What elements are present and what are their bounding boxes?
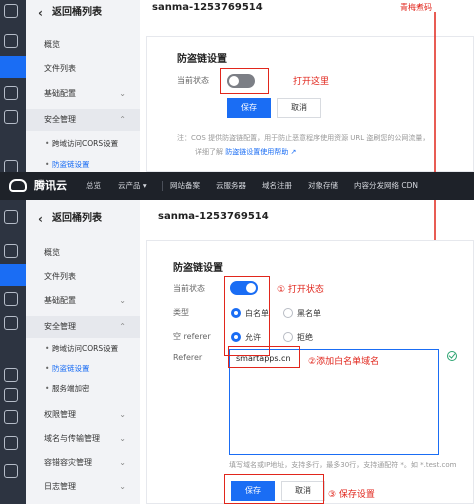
chevron-up-icon: ⌃: [119, 322, 126, 331]
radio-deny[interactable]: [283, 332, 293, 342]
share-icon[interactable]: [4, 388, 18, 402]
tencent-cloud-logo-icon: [9, 179, 27, 192]
calendar-icon[interactable]: [4, 292, 18, 306]
chevron-down-icon: ⌄: [119, 482, 126, 491]
global-topbar: 腾讯云 总览 云产品 ▾ 网站备案 云服务器 域名注册 对象存储 内容分发网络 …: [0, 172, 474, 200]
referer-label: Referer: [173, 353, 203, 362]
type-label: 类型: [173, 308, 189, 317]
radio-blacklist[interactable]: [283, 308, 293, 318]
back-to-bucket-list[interactable]: ‹ 返回桶列表: [26, 206, 140, 232]
storage-icon[interactable]: [0, 264, 26, 286]
referer-help-text: 填写域名或IP地址，支持多行，最多30行，支持通配符 *。如 *.test.co…: [229, 461, 457, 469]
icon-rail-bottom: [0, 200, 26, 504]
status-label: 当前状态: [173, 284, 205, 293]
chevron-down-icon: ⌄: [119, 410, 126, 419]
cube-icon[interactable]: [4, 210, 18, 224]
chevron-down-icon: ⌄: [119, 458, 126, 467]
nav-cvm[interactable]: 云服务器: [216, 172, 246, 200]
annotation-step-2: ②添加白名单域名: [308, 357, 380, 367]
external-link-icon: ↗: [290, 148, 297, 156]
menu-item-security[interactable]: 安全管理 ⌃: [26, 109, 140, 131]
grid-icon[interactable]: [4, 34, 18, 48]
help-link[interactable]: 防盗链设置使用帮助: [225, 148, 288, 156]
grid-icon[interactable]: [4, 244, 18, 258]
bucket-name: sanma-1253769514: [158, 211, 269, 222]
divider: [162, 181, 163, 191]
menu-item-hotlink-protection[interactable]: 防盗链设置: [26, 358, 140, 380]
menu-item-file-list[interactable]: 文件列表: [26, 58, 140, 80]
menu-item-cors[interactable]: 跨域访问CORS设置: [26, 133, 140, 155]
status-label: 当前状态: [177, 76, 209, 85]
annotation-open-here: 打开这里: [293, 77, 330, 87]
menu-item-basic-config[interactable]: 基础配置 ⌄: [26, 290, 140, 312]
monitor-icon[interactable]: [4, 368, 18, 382]
menu-item-encryption[interactable]: 服务端加密: [26, 378, 140, 400]
nav-cos[interactable]: 对象存储: [308, 172, 338, 200]
chart-icon[interactable]: [4, 316, 18, 330]
menu-item-disaster-recovery[interactable]: 容错容灾管理 ⌄: [26, 452, 140, 474]
annotation-box-referer: [228, 346, 300, 368]
tree-icon[interactable]: [4, 410, 18, 424]
nav-icp[interactable]: 网站备案: [170, 172, 200, 200]
annotation-step-3: ③ 保存设置: [328, 490, 375, 500]
brand-name: 腾讯云: [34, 179, 67, 192]
menu-item-overview[interactable]: 概览: [26, 34, 140, 56]
card-title: 防盗链设置: [173, 263, 223, 274]
menu-item-overview[interactable]: 概览: [26, 242, 140, 264]
card-title: 防盗链设置: [177, 54, 227, 65]
bucket-name: sanma-1253769514: [152, 2, 263, 13]
icon-rail-top: [0, 0, 26, 174]
save-button[interactable]: 保存: [227, 98, 271, 118]
menu-item-file-list[interactable]: 文件列表: [26, 266, 140, 288]
annotation-box-toggle-type: [224, 276, 270, 356]
layers-icon[interactable]: [4, 436, 18, 450]
chevron-down-icon: ⌄: [119, 434, 126, 443]
annotation-box-toggle: [220, 68, 269, 94]
nav-products[interactable]: 云产品 ▾: [118, 172, 147, 200]
nav-domain[interactable]: 域名注册: [262, 172, 292, 200]
chevron-down-icon: ⌄: [119, 89, 126, 98]
radio-blacklist-label: 黑名单: [297, 309, 321, 318]
hotlink-note-more: 详细了解 防盗链设置使用帮助 ↗: [195, 148, 297, 156]
settings-icon[interactable]: [4, 464, 18, 478]
menu-item-permissions[interactable]: 权限管理 ⌄: [26, 404, 140, 426]
annotation-box-save: [224, 474, 324, 504]
menu-item-basic-config[interactable]: 基础配置 ⌄: [26, 83, 140, 105]
annotation-step-1: ① 打开状态: [277, 285, 324, 295]
empty-referer-label: 空 referer: [173, 332, 211, 341]
menu-item-logs[interactable]: 日志管理 ⌄: [26, 476, 140, 498]
back-to-bucket-list[interactable]: ‹ 返回桶列表: [26, 0, 140, 26]
nav-cdn[interactable]: 内容分发网络 CDN: [354, 172, 418, 200]
radio-deny-label: 拒绝: [297, 333, 313, 342]
menu-item-cors[interactable]: 跨域访问CORS设置: [26, 338, 140, 360]
chart-icon[interactable]: [4, 110, 18, 124]
back-arrow-icon: ‹: [38, 6, 43, 20]
back-arrow-icon: ‹: [38, 212, 43, 226]
hotlink-card-top: 防盗链设置 当前状态 保存 取消 注：COS 提供防盗链配置，用于防止恶意程序使…: [146, 36, 474, 172]
cancel-button[interactable]: 取消: [277, 98, 321, 118]
nav-overview[interactable]: 总览: [86, 172, 101, 200]
chevron-up-icon: ⌃: [119, 115, 126, 124]
menu-item-domain-transfer[interactable]: 域名与传输管理 ⌄: [26, 428, 140, 450]
chevron-down-icon: ⌄: [119, 296, 126, 305]
sidebar-menu-bottom: ‹ 返回桶列表 概览 文件列表 基础配置 ⌄ 安全管理 ⌃ 跨域访问CORS设置…: [26, 200, 140, 504]
hotlink-card-bottom: 防盗链设置 当前状态 类型 白名单 黑名单 空 referer 允许 拒绝 Re…: [146, 240, 474, 504]
cube-icon[interactable]: [4, 4, 18, 18]
calendar-icon[interactable]: [4, 86, 18, 100]
storage-icon[interactable]: [0, 56, 26, 78]
valid-check-icon: [447, 351, 457, 361]
sidebar-menu-top: ‹ 返回桶列表 概览 文件列表 基础配置 ⌄ 安全管理 ⌃ 跨域访问CORS设置…: [26, 0, 140, 176]
menu-item-security[interactable]: 安全管理 ⌃: [26, 316, 140, 338]
